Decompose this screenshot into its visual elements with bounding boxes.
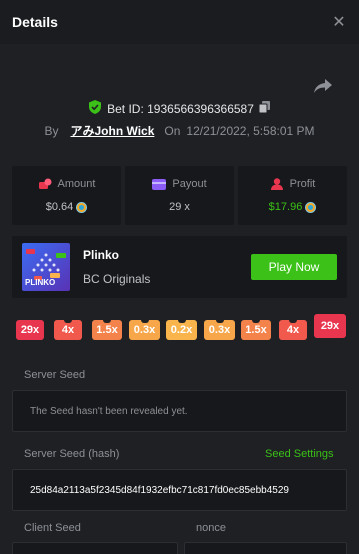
- nonce-label: nonce: [196, 522, 226, 534]
- profit-value: $17.96: [268, 201, 303, 213]
- profit-label: Profit: [289, 178, 316, 190]
- game-info: Plinko BC Originals: [83, 248, 251, 286]
- server-seed-value: The Seed hasn't been revealed yet.: [30, 405, 188, 417]
- bet-id-row: Bet ID: 1936566396366587: [0, 100, 359, 117]
- game-provider: BC Originals: [83, 272, 151, 286]
- profit-icon: [270, 178, 283, 190]
- bet-amount-icon: [38, 178, 52, 189]
- on-label: On: [164, 123, 181, 138]
- server-seed-hash-field[interactable]: 25d84a2113a5f2345d84f1932efbc71c817fd0ec…: [12, 469, 347, 511]
- copy-icon[interactable]: [258, 101, 270, 116]
- bet-id-value: 1936566396366587: [147, 101, 254, 116]
- bet-datetime: 12/21/2022, 5:58:01 PM: [186, 123, 315, 138]
- close-icon[interactable]: ✕: [329, 12, 349, 32]
- server-seed-field[interactable]: The Seed hasn't been revealed yet.: [12, 390, 347, 432]
- plinko-multipliers: 29x 4x 1.5x 0.3x 0.2x 0.3x 1.5x 4x 29x: [16, 314, 346, 350]
- game-name: Plinko: [83, 248, 120, 262]
- username-link[interactable]: アみJohn Wick: [70, 122, 154, 139]
- game-thumbnail[interactable]: PLINKO: [22, 243, 70, 291]
- bet-author-row: By アみJohn Wick On 12/21/2022, 5:58:01 PM: [0, 122, 359, 139]
- nonce-field[interactable]: [184, 542, 347, 554]
- wallet-icon: [152, 178, 167, 190]
- client-seed-label: Client Seed: [24, 522, 81, 534]
- game-card: PLINKO Plinko BC Originals Play Now: [12, 236, 347, 298]
- client-seed-field[interactable]: [12, 542, 178, 554]
- server-seed-hash-label: Server Seed (hash): [24, 448, 120, 460]
- multiplier-slot: 1.5x: [92, 320, 122, 340]
- payout-stat: Payout 29 x: [125, 166, 234, 225]
- game-thumbnail-label: PLINKO: [25, 278, 56, 287]
- bet-id-label: Bet ID:: [107, 101, 144, 116]
- coin-icon: [76, 201, 88, 213]
- play-now-button[interactable]: Play Now: [251, 254, 337, 280]
- multiplier-slot: 1.5x: [241, 320, 271, 340]
- amount-label: Amount: [57, 178, 96, 190]
- multiplier-slot: 29x: [16, 320, 44, 340]
- by-label: By: [44, 123, 59, 138]
- details-title: Details: [12, 14, 58, 30]
- server-seed-hash-value: 25d84a2113a5f2345d84f1932efbc71c817fd0ec…: [30, 484, 289, 496]
- multiplier-slot: 4x: [279, 320, 307, 340]
- shield-icon: [89, 100, 102, 117]
- payout-label: Payout: [172, 178, 207, 190]
- profit-stat: Profit $17.96: [238, 166, 347, 225]
- amount-stat: Amount $0.64: [12, 166, 121, 225]
- seed-settings-link[interactable]: Seed Settings: [265, 448, 334, 460]
- server-seed-label: Server Seed: [24, 369, 86, 381]
- details-header: Details ✕: [0, 0, 359, 44]
- payout-value: 29 x: [169, 201, 190, 213]
- multiplier-slot: 0.3x: [129, 320, 160, 340]
- bet-stats: Amount $0.64 Payout 29 x Profit $17.96: [12, 166, 347, 225]
- multiplier-slot: 0.2x: [166, 320, 197, 340]
- coin-icon: [305, 201, 317, 213]
- share-icon[interactable]: [313, 76, 333, 96]
- multiplier-slot: 4x: [54, 320, 82, 340]
- multiplier-slot: 0.3x: [204, 320, 235, 340]
- multiplier-slot-highlighted: 29x: [314, 314, 346, 338]
- amount-value: $0.64: [45, 201, 74, 213]
